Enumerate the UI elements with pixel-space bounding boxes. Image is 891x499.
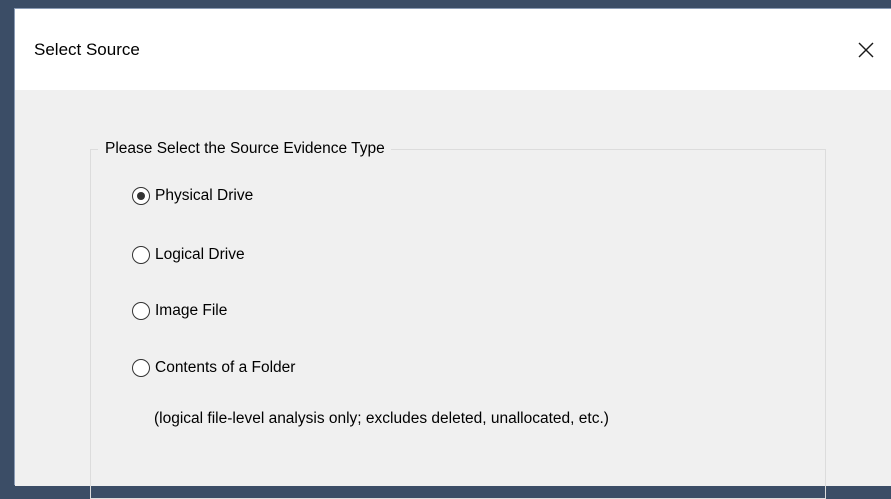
radio-unchecked-icon[interactable] — [132, 246, 150, 264]
radio-label: Image File — [155, 302, 228, 319]
radio-checked-icon[interactable] — [132, 187, 150, 205]
desktop-background: Select Source Please Select the Source E… — [0, 0, 891, 499]
groupbox-legend: Please Select the Source Evidence Type — [98, 139, 391, 159]
radio-logical-drive[interactable]: Logical Drive — [132, 245, 245, 265]
radio-unchecked-icon[interactable] — [132, 359, 150, 377]
dialog-title: Select Source — [34, 40, 140, 59]
radio-image-file[interactable]: Image File — [132, 301, 227, 321]
dialog-client-area: Please Select the Source Evidence Type P… — [15, 90, 891, 499]
radio-physical-drive[interactable]: Physical Drive — [132, 186, 253, 206]
radio-label: Logical Drive — [155, 246, 245, 263]
select-source-dialog: Select Source Please Select the Source E… — [14, 8, 891, 499]
radio-unchecked-icon[interactable] — [132, 302, 150, 320]
radio-label: Physical Drive — [155, 187, 254, 204]
title-bar[interactable]: Select Source — [15, 9, 891, 90]
radio-label: Contents of a Folder — [155, 359, 296, 376]
radio-contents-of-folder[interactable]: Contents of a Folder — [132, 358, 295, 378]
close-icon — [858, 42, 874, 58]
folder-option-note: (logical file-level analysis only; exclu… — [154, 410, 609, 427]
close-button[interactable] — [843, 31, 891, 69]
